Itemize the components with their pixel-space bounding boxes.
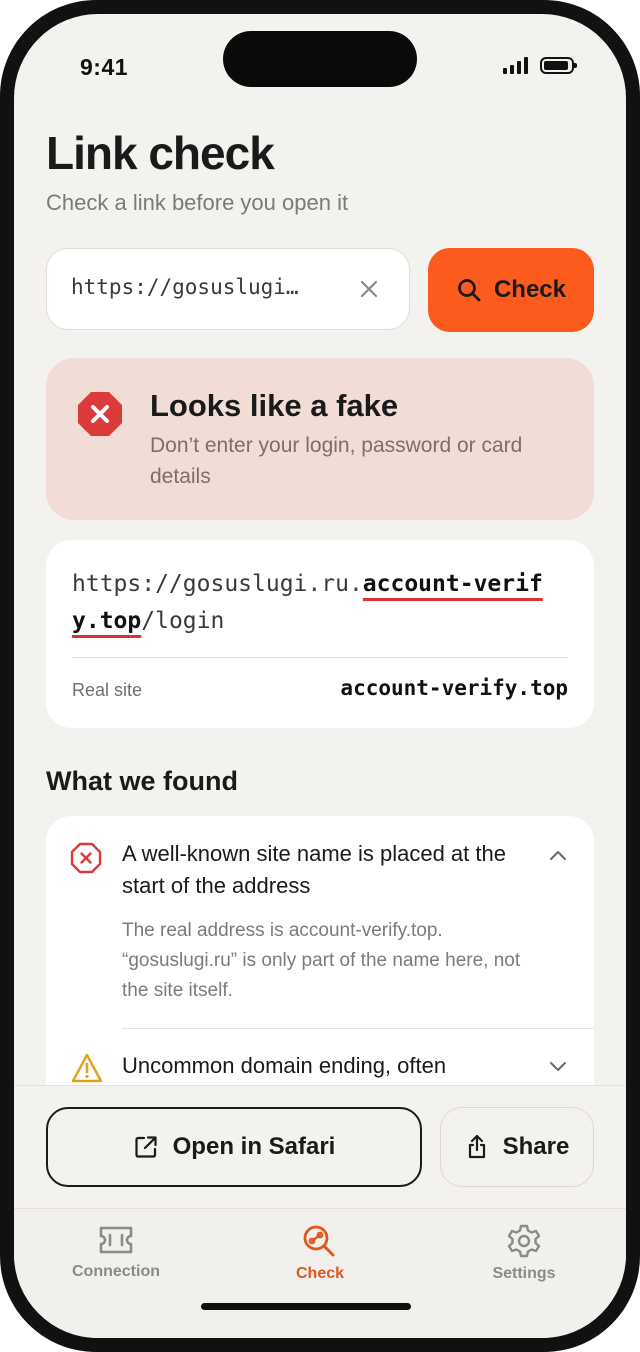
dynamic-island [223,31,417,87]
battery-icon [540,57,577,74]
warning-triangle-icon [71,1053,103,1083]
share-button[interactable]: Share [440,1107,594,1187]
tab-bar: Connection Check Settings [14,1208,626,1338]
page-subtitle: Check a link before you open it [46,190,349,215]
url-suffix: /login [141,608,225,634]
ticket-icon [99,1226,133,1254]
share-label: Share [502,1133,570,1160]
tab-label: Connection [72,1263,160,1280]
screen: 9:41 Link check Check a link before you … [14,14,626,1338]
finding-description: The real address is account-verify.top. … [122,920,521,1001]
external-link-icon [135,1136,157,1158]
divider [122,1028,594,1029]
tab-settings[interactable]: Settings [444,1223,604,1283]
tab-check[interactable]: Check [240,1223,400,1283]
link-search-icon [303,1225,335,1257]
open-in-safari-label: Open in Safari [172,1133,336,1160]
chevron-down-icon[interactable] [548,1056,568,1076]
x-octagon-icon [70,842,102,874]
url-prefix: https://gosuslugi.ru. [72,571,363,597]
search-icon [458,279,481,302]
open-in-safari-button[interactable]: Open in Safari [46,1107,422,1187]
check-button[interactable]: Check [428,248,594,332]
url-breakdown-card: https://gosuslugi.ru. account-verify.top /… [46,540,594,728]
signal-icon [503,56,528,74]
tab-label: Check [295,1265,345,1282]
url-field[interactable] [46,248,410,330]
tab-connection[interactable]: Connection [36,1223,196,1281]
verdict-description: Don’t enter your login, password or card… [150,434,523,488]
status-time: 9:41 [80,54,129,80]
finding-title[interactable]: Uncommon domain ending, often [122,1050,522,1082]
x-octagon-icon [78,392,122,436]
full-url: https://gosuslugi.ru.account-verify.top/… [72,566,568,640]
share-icon [468,1134,485,1159]
findings-heading: What we found [46,766,238,796]
verdict-title: Looks like a fake [150,388,399,423]
gear-icon [507,1224,541,1258]
url-input[interactable] [71,275,327,299]
verdict-banner: Looks like a fake Don’t enter your login… [46,358,594,520]
device-frame: 9:41 Link check Check a link before you … [0,0,640,1352]
real-site-label: Real site [72,680,143,700]
clear-icon[interactable] [357,277,381,301]
bottom-panel: Open in Safari Share Connection Check Se… [14,1085,626,1338]
real-site-value: account-verify.top [340,676,568,700]
finding-title[interactable]: A well-known site name is placed at the … [122,838,522,902]
tab-label: Settings [492,1265,556,1282]
home-indicator [201,1303,411,1310]
status-icons [503,56,577,74]
page-title: Link check [46,127,275,179]
chevron-up-icon[interactable] [548,846,568,866]
check-button-label: Check [493,276,567,303]
divider [72,657,568,658]
